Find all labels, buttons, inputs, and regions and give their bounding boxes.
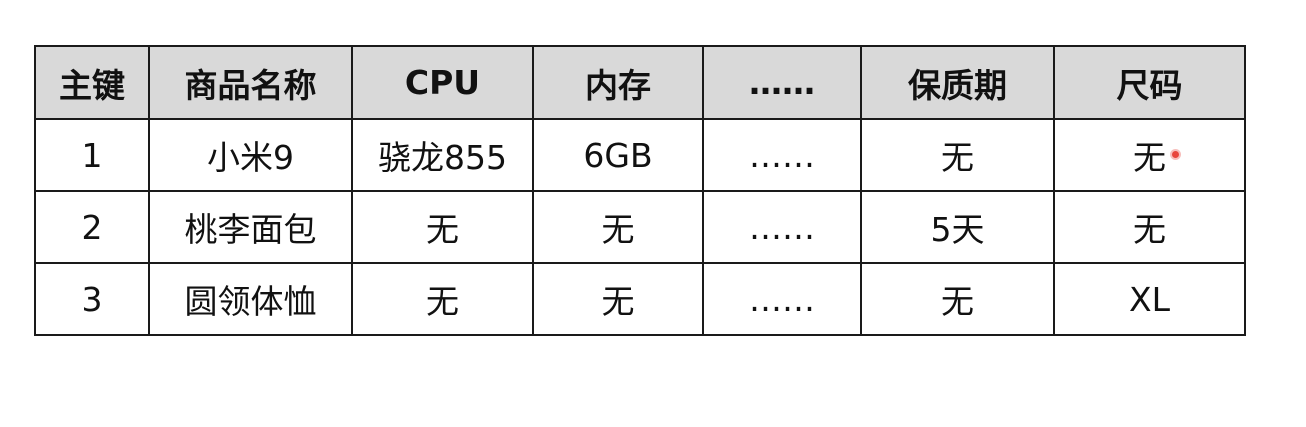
table-cell: ……: [702, 190, 862, 264]
table-cell: 桃李面包: [148, 190, 353, 264]
header-row: 主键 商品名称 CPU 内存 …… 保质期 尺码: [34, 45, 1246, 120]
table-cell: 3: [34, 262, 150, 336]
table-cell: 无: [1053, 118, 1246, 192]
table-cell: 6GB: [532, 118, 704, 192]
product-table: 主键 商品名称 CPU 内存 …… 保质期 尺码 1 小米9 骁龙855 6GB…: [34, 45, 1246, 336]
table-row: 2 桃李面包 无 无 …… 5天 无: [34, 190, 1246, 264]
table-cell: 圆领体恤: [148, 262, 353, 336]
table-cell: 无: [351, 262, 534, 336]
header-primary-key: 主键: [34, 45, 150, 120]
header-ellipsis: ……: [702, 45, 862, 120]
table-cell: 无: [860, 118, 1055, 192]
table-cell: ……: [702, 118, 862, 192]
table-cell: 小米9: [148, 118, 353, 192]
table-cell: 2: [34, 190, 150, 264]
table-cell: ……: [702, 262, 862, 336]
table-row: 3 圆领体恤 无 无 …… 无 XL: [34, 262, 1246, 336]
table-cell: 无: [351, 190, 534, 264]
laser-pointer-marker: [1172, 151, 1179, 158]
header-cpu: CPU: [351, 45, 534, 120]
header-memory: 内存: [532, 45, 704, 120]
table-cell: 无: [532, 190, 704, 264]
table-cell: 骁龙855: [351, 118, 534, 192]
table-cell: 5天: [860, 190, 1055, 264]
table-cell: 1: [34, 118, 150, 192]
header-shelf-life: 保质期: [860, 45, 1055, 120]
table-cell: 无: [1053, 190, 1246, 264]
table-row: 1 小米9 骁龙855 6GB …… 无 无: [34, 118, 1246, 192]
header-product-name: 商品名称: [148, 45, 353, 120]
table-cell: XL: [1053, 262, 1246, 336]
table-cell: 无: [860, 262, 1055, 336]
header-size: 尺码: [1053, 45, 1246, 120]
table-cell: 无: [532, 262, 704, 336]
